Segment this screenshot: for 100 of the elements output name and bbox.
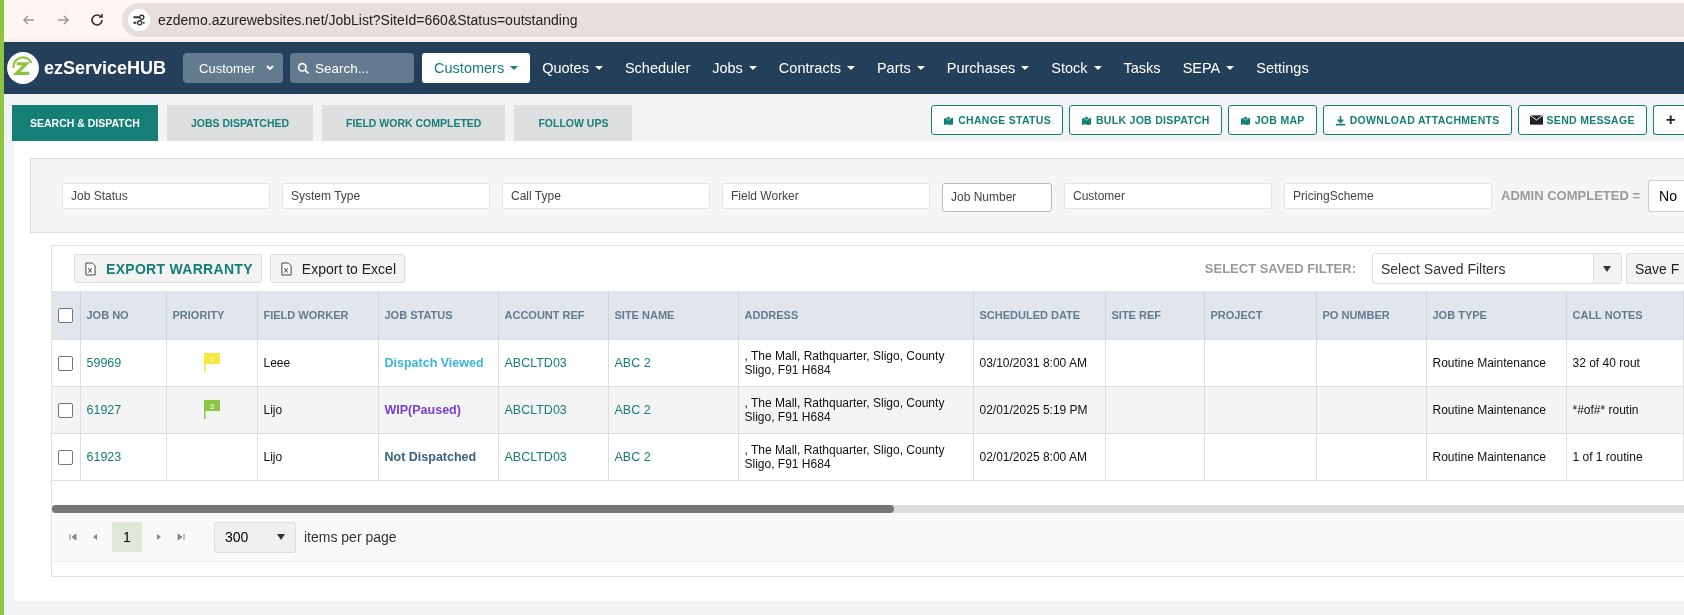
- last-page-icon[interactable]: [176, 532, 186, 542]
- nav-menu-item[interactable]: Quotes: [531, 53, 614, 83]
- filter-label: ADMIN COMPLETED =: [1501, 188, 1641, 203]
- column-header[interactable]: PROJECT: [1210, 309, 1263, 321]
- tab[interactable]: FOLLOW UPS: [514, 105, 633, 141]
- site-settings-icon[interactable]: [128, 8, 150, 31]
- tab[interactable]: JOBS DISPATCHED: [166, 105, 314, 141]
- table-cell-text: Lijo: [263, 403, 284, 417]
- table-cell-text: 02/01/2025 5:19 PM: [979, 403, 1089, 417]
- chevron-icon: [265, 63, 276, 73]
- flag-icon: 3: [201, 398, 222, 419]
- row-checkbox[interactable]: [58, 355, 74, 371]
- column-header[interactable]: FIELD WORKER: [263, 309, 349, 321]
- page-number[interactable]: 1: [112, 522, 142, 552]
- nav-menu-item[interactable]: Parts: [865, 53, 936, 83]
- table-cell-text: , The Mall, Rathquarter, Sligo, County Sligo, F91 H684: [744, 443, 946, 471]
- column-header[interactable]: SITE NAME: [614, 309, 675, 321]
- column-header[interactable]: CALL NOTES: [1572, 309, 1643, 321]
- address-bar[interactable]: ezdemo.azurewebsites.net/JobList?SiteId=660&Status=outstanding: [122, 2, 1684, 37]
- filter-field[interactable]: PricingScheme: [1284, 182, 1492, 209]
- table-cell-text: , The Mall, Rathquarter, Sligo, County Sligo, F91 H684: [744, 396, 946, 424]
- action-button[interactable]: DOWNLOAD ATTACHMENTS: [1322, 105, 1512, 135]
- column-header[interactable]: ADDRESS: [744, 309, 799, 321]
- action-button[interactable]: BULK JOB DISPATCH: [1068, 105, 1222, 135]
- column-header[interactable]: PRIORITY: [172, 309, 225, 321]
- column-header[interactable]: ACCOUNT REF: [504, 309, 585, 321]
- action-button[interactable]: CHANGE STATUS: [931, 105, 1063, 135]
- nav-menu-item[interactable]: Contracts: [767, 53, 866, 83]
- map-icon: [1239, 114, 1251, 126]
- table-cell-text: , The Mall, Rathquarter, Sligo, County Sligo, F91 H684: [744, 349, 946, 377]
- reload-icon[interactable]: [89, 11, 105, 28]
- action-button[interactable]: +: [1652, 105, 1684, 135]
- filter-field[interactable]: Field Worker: [722, 182, 930, 209]
- page-size-dropdown[interactable]: 300: [214, 521, 296, 553]
- filter-field[interactable]: Job Status: [62, 182, 270, 209]
- nav-menu-item[interactable]: Stock: [1040, 53, 1113, 83]
- filter-field[interactable]: Customer: [1064, 182, 1272, 209]
- filter-field[interactable]: Call Type: [502, 182, 710, 209]
- site-name-link[interactable]: ABC 2: [614, 403, 651, 417]
- account-ref-link[interactable]: ABCLTD03: [504, 356, 567, 370]
- table-cell-text: Lijo: [263, 450, 284, 464]
- row-checkbox[interactable]: [58, 449, 74, 465]
- job-number-link[interactable]: 59969: [86, 356, 122, 370]
- dropdown-arrow-icon: [277, 534, 285, 540]
- job-status-text: WIP(Paused): [384, 403, 461, 417]
- table-cell-text: Leee: [263, 356, 292, 370]
- action-button[interactable]: JOB MAP: [1227, 105, 1317, 135]
- export-excel-button[interactable]: Export to Excel: [269, 254, 405, 283]
- column-header[interactable]: SCHEDULED DATE: [979, 309, 1081, 321]
- select-all-checkbox[interactable]: [58, 307, 74, 323]
- search-type-dropdown[interactable]: Customer: [183, 53, 284, 83]
- column-header[interactable]: JOB NO: [86, 309, 129, 321]
- table-cell-text: Routine Maintenance: [1432, 403, 1547, 417]
- job-number-link[interactable]: 61927: [86, 403, 122, 417]
- nav-menu-item[interactable]: Jobs: [701, 53, 768, 83]
- spreadsheet-file-icon: [280, 261, 292, 276]
- flag-icon: 0: [201, 351, 222, 372]
- table-cell-text: 1 of 1 routine: [1572, 450, 1644, 464]
- table-cell-text: *#of#* routin: [1572, 403, 1640, 417]
- row-checkbox[interactable]: [58, 402, 74, 418]
- first-page-icon[interactable]: [68, 532, 78, 542]
- tab[interactable]: SEARCH & DISPATCH: [12, 105, 158, 141]
- table-cell-text: 03/10/2031 8:00 AM: [979, 356, 1088, 370]
- admin-completed-dropdown[interactable]: No: [1648, 179, 1684, 212]
- save-filter-button[interactable]: Save F: [1626, 253, 1684, 284]
- filter-field[interactable]: Job Number: [942, 182, 1052, 212]
- nav-menu-item[interactable]: Settings: [1245, 53, 1320, 83]
- table-cell-text: Routine Maintenance: [1432, 356, 1547, 370]
- job-number-link[interactable]: 61923: [86, 450, 122, 464]
- saved-filter-dropdown[interactable]: Select Saved Filters: [1372, 253, 1622, 284]
- brand-name: ezServiceHUB: [44, 57, 167, 79]
- spreadsheet-file-icon: [85, 261, 96, 276]
- job-status-text: Not Dispatched: [384, 450, 477, 464]
- envelope-icon: [1529, 115, 1543, 125]
- url-text: ezdemo.azurewebsites.net/JobList?SiteId=660&Status=outstanding: [158, 11, 578, 28]
- table-cell-text: Routine Maintenance: [1432, 450, 1547, 464]
- nav-menu-item[interactable]: Purchases: [935, 53, 1041, 83]
- nav-menu-item[interactable]: SEPA: [1171, 53, 1246, 83]
- nav-menu-item[interactable]: Customers: [422, 53, 531, 83]
- action-button[interactable]: SEND MESSAGE: [1517, 105, 1647, 135]
- account-ref-link[interactable]: ABCLTD03: [504, 403, 567, 417]
- column-header[interactable]: PO NUMBER: [1322, 309, 1390, 321]
- nav-menu-item[interactable]: Scheduler: [613, 53, 702, 83]
- account-ref-link[interactable]: ABCLTD03: [504, 450, 567, 464]
- column-header[interactable]: JOB STATUS: [384, 309, 453, 321]
- horizontal-scrollbar[interactable]: [52, 505, 1684, 513]
- map-icon: [1080, 114, 1092, 126]
- filter-field[interactable]: System Type: [282, 182, 490, 209]
- nav-menu-item[interactable]: Tasks: [1112, 53, 1172, 83]
- export-warranty-button[interactable]: EXPORT WARRANTY: [74, 254, 262, 283]
- download-icon: [1334, 114, 1346, 126]
- site-name-link[interactable]: ABC 2: [614, 450, 651, 464]
- column-header[interactable]: JOB TYPE: [1432, 309, 1487, 321]
- site-name-link[interactable]: ABC 2: [614, 356, 651, 370]
- job-status-text: Dispatch Viewed: [384, 356, 484, 370]
- tab[interactable]: FIELD WORK COMPLETED: [322, 105, 506, 141]
- map-icon: [943, 114, 955, 126]
- saved-filter-label: SELECT SAVED FILTER:: [1204, 261, 1356, 276]
- search-field[interactable]: Search...: [290, 53, 415, 83]
- column-header[interactable]: SITE REF: [1111, 309, 1161, 321]
